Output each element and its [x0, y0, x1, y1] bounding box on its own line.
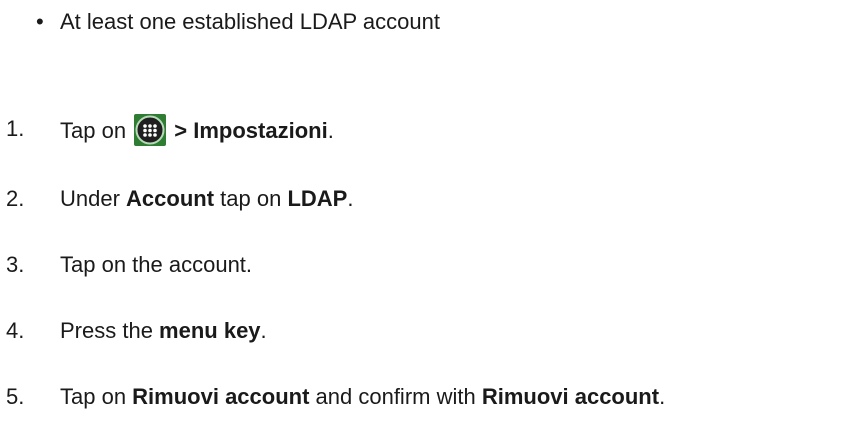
step-number: 2.	[6, 186, 25, 211]
step-text: Tap on > Impostazioni.	[60, 114, 334, 146]
apps-grid-icon	[134, 114, 167, 146]
rimuovi-account-confirm-label: Rimuovi account	[481, 384, 660, 409]
step-number: 1.	[6, 116, 25, 141]
step-text: Under Account tap on LDAP.	[60, 184, 353, 214]
step-text-segment: Tap on	[60, 384, 133, 409]
prerequisite-bullet: • At least one established LDAP account	[36, 8, 440, 36]
menu-key-label: menu key	[159, 318, 261, 343]
account-label: Account	[126, 186, 215, 211]
step-text-segment: tap on	[214, 186, 288, 211]
step-text-segment: .	[260, 318, 267, 343]
bullet-dot: •	[36, 9, 44, 34]
step-text-segment: Press the	[60, 318, 160, 343]
step-text-segment: .	[327, 118, 334, 143]
rimuovi-account-label: Rimuovi account	[132, 384, 310, 409]
step-text-segment: .	[659, 384, 666, 409]
step-number: 5.	[6, 384, 25, 409]
step-text: Tap on Rimuovi account and confirm with …	[60, 382, 665, 412]
impostazioni-label: > Impostazioni	[168, 118, 328, 143]
step-text-segment: Tap on	[60, 118, 133, 143]
step-text: Press the menu key.	[60, 316, 267, 346]
step-number: 3.	[6, 252, 25, 277]
step-text-segment: Under	[60, 186, 127, 211]
step-text-segment: and confirm with	[309, 384, 482, 409]
step-number: 4.	[6, 318, 25, 343]
ldap-label: LDAP	[287, 186, 348, 211]
step-text-segment: .	[347, 186, 354, 211]
prerequisite-text: At least one established LDAP account	[60, 9, 440, 34]
step-text: Tap on the account.	[60, 252, 253, 277]
